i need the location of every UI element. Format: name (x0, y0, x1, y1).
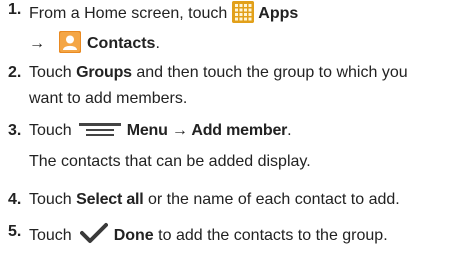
step-text: want to add members. (29, 90, 188, 107)
step-text: Touch (29, 64, 72, 81)
step-text: From a Home screen, touch (29, 5, 228, 22)
step-text: The contacts that can be added display. (29, 153, 311, 170)
contacts-icon (59, 31, 81, 53)
step-text: or the name of each contact to add. (148, 191, 400, 208)
step-3-line-1: Touch Menu → Add member. (29, 121, 292, 141)
apps-label: Apps (258, 5, 299, 22)
checkmark-icon (79, 222, 108, 244)
step-text: . (287, 122, 292, 139)
step-1-line-2: → Contacts. (29, 31, 160, 54)
step-3-line-2: The contacts that can be added display. (29, 152, 311, 172)
select-all-label: Select all (76, 191, 144, 208)
step-text: Touch (29, 122, 72, 139)
step-text: to add the contacts to the group. (158, 227, 388, 244)
step-number: 1. (8, 1, 22, 18)
step-number: 3. (8, 122, 22, 139)
menu-icon (78, 123, 121, 137)
groups-label: Groups (76, 64, 132, 81)
step-number: 4. (8, 191, 22, 208)
step-2-line-1: Touch Groups and then touch the group to… (29, 63, 408, 83)
done-label: Done (113, 227, 154, 244)
step-number: 5. (8, 223, 22, 240)
menu-add-member-label: Menu → Add member (126, 122, 288, 139)
step-5-line-1: Touch Done to add the contacts to the gr… (29, 222, 388, 246)
apps-grid-icon (232, 1, 255, 23)
step-4-line-1: Touch Select all or the name of each con… (29, 190, 400, 210)
step-2-line-2: want to add members. (29, 89, 187, 109)
step-text: Touch (29, 191, 72, 208)
step-text: . (155, 35, 160, 52)
contacts-label: Contacts (87, 35, 156, 52)
step-text: and then touch the group to which you (136, 64, 408, 81)
step-number: 2. (8, 64, 22, 81)
step-1-line-1: From a Home screen, touch Apps (29, 1, 298, 24)
arrow-icon: → (29, 35, 45, 52)
step-text: Touch (29, 227, 72, 244)
